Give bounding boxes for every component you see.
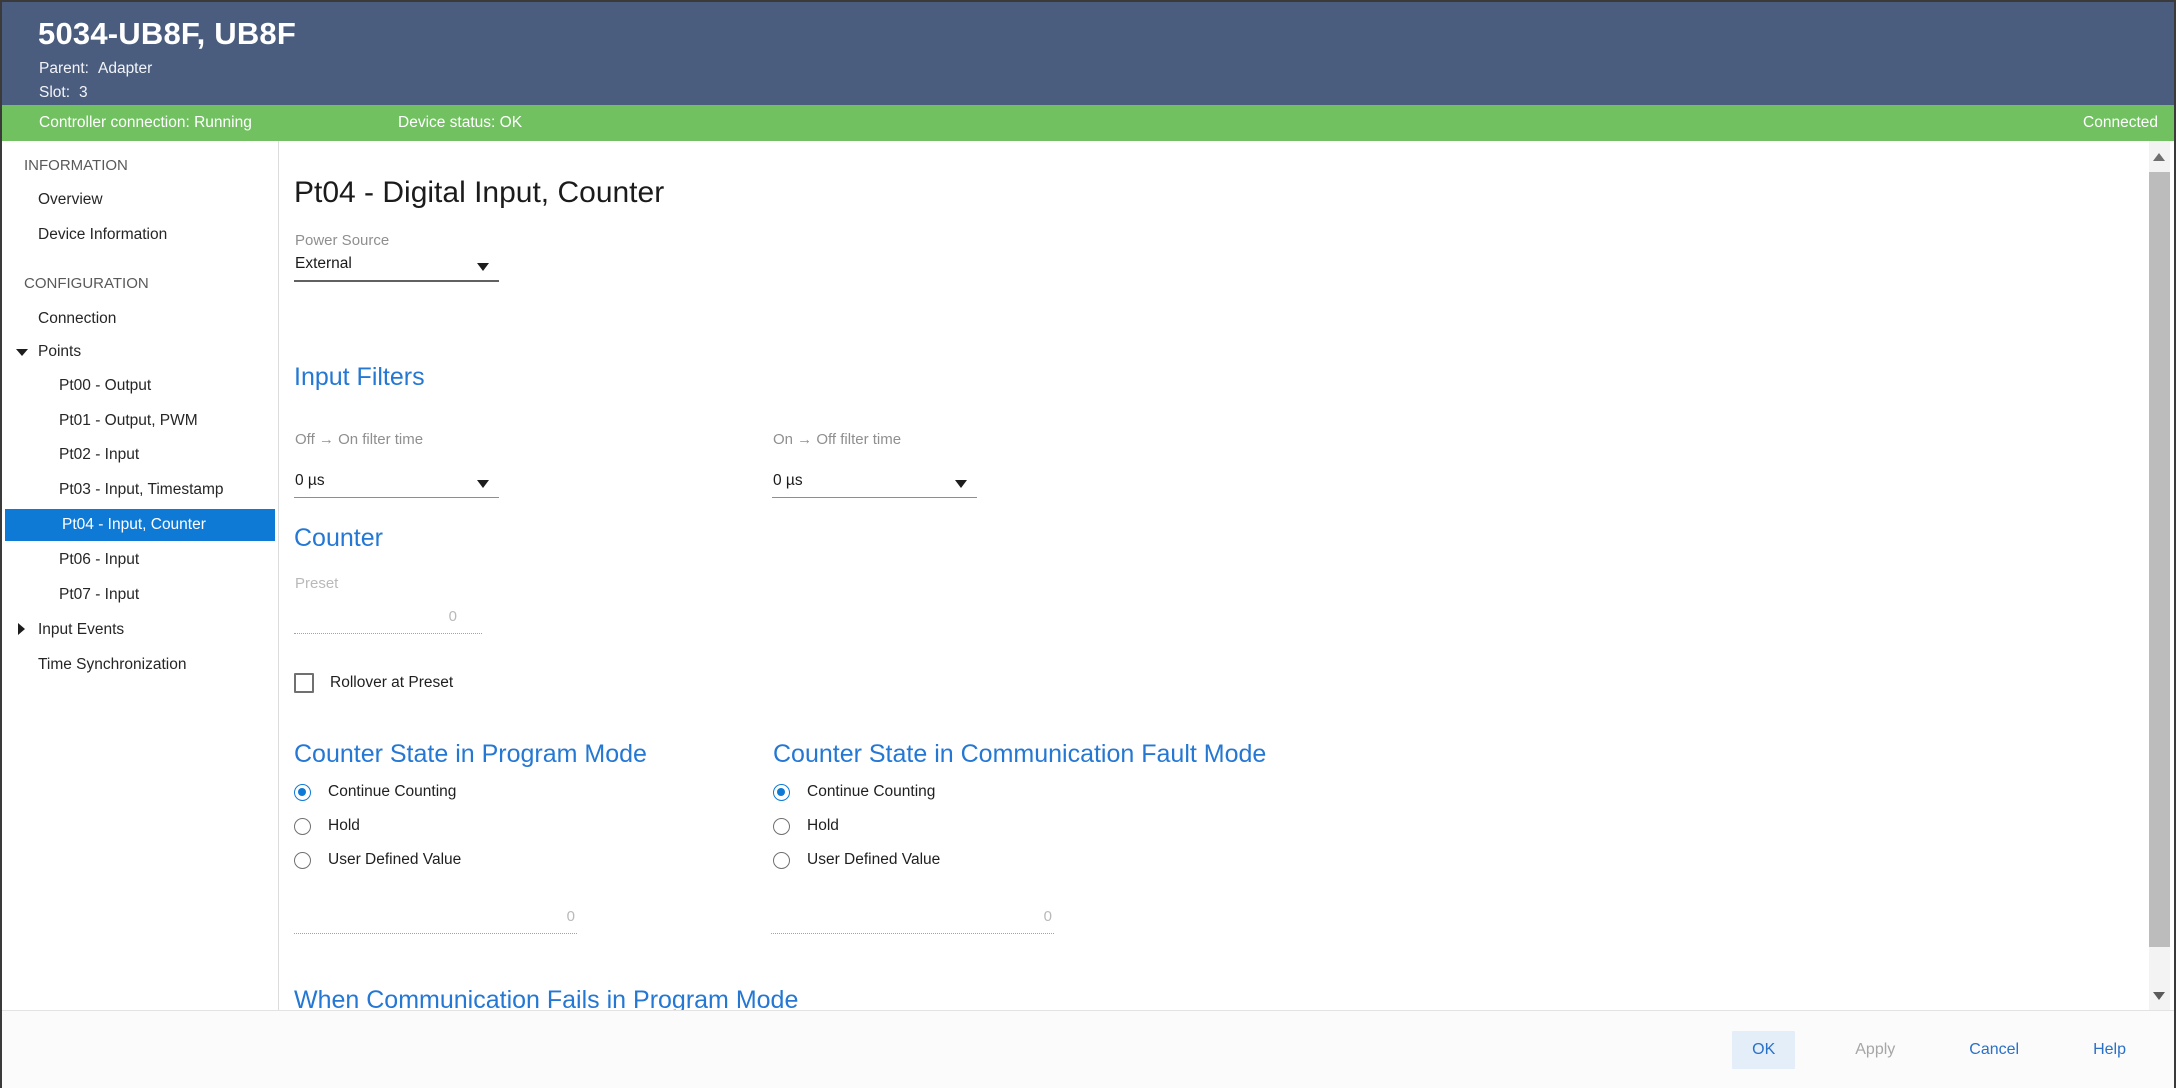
chevron-down-icon	[477, 263, 489, 271]
on-off-filter-dropdown[interactable]: 0 µs	[772, 463, 977, 498]
parent-value: Adapter	[98, 60, 152, 78]
parent-label: Parent:	[39, 60, 89, 78]
sidebar-item-pt03[interactable]: Pt03 - Input, Timestamp	[2, 475, 278, 505]
radio-label: Continue Counting	[807, 783, 935, 801]
on-off-filter-label: On → Off filter time	[773, 431, 901, 448]
off-on-filter-dropdown[interactable]: 0 µs	[294, 463, 499, 498]
radio-selected-icon[interactable]	[773, 784, 790, 801]
radio-unselected-icon[interactable]	[294, 852, 311, 869]
preset-label: Preset	[295, 575, 338, 592]
slot-row: Slot: 3	[39, 84, 88, 102]
sidebar-section-configuration: CONFIGURATION	[2, 269, 278, 299]
sidebar-item-input-events-label: Input Events	[38, 621, 124, 638]
connection-state: Connected	[2083, 114, 2158, 132]
program-mode-heading: Counter State in Program Mode	[294, 740, 647, 769]
status-bar: Controller connection: Running Device st…	[2, 105, 2174, 141]
footer-bar: OK Apply Cancel Help	[2, 1010, 2174, 1088]
sidebar-item-points[interactable]: Points	[2, 337, 278, 367]
help-button[interactable]: Help	[2079, 1031, 2140, 1069]
sidebar-divider	[278, 141, 279, 1010]
program-mode-user-value: 0	[567, 908, 575, 925]
controller-connection-status: Controller connection: Running	[39, 114, 252, 132]
parent-row: Parent: Adapter	[39, 60, 152, 78]
device-status: Device status: OK	[398, 114, 522, 132]
fault-mode-radio-user-defined-value[interactable]: User Defined Value	[773, 849, 940, 871]
counter-heading: Counter	[294, 524, 383, 553]
preset-field[interactable]: 0	[294, 601, 482, 634]
sidebar-section-information: INFORMATION	[2, 151, 278, 181]
radio-unselected-icon[interactable]	[294, 818, 311, 835]
off-on-filter-label: Off → On filter time	[295, 431, 423, 448]
sidebar-item-pt01[interactable]: Pt01 - Output, PWM	[2, 406, 278, 436]
rollover-at-preset-label: Rollover at Preset	[330, 674, 453, 692]
header: 5034-UB8F, UB8F Parent: Adapter Slot: 3	[2, 2, 2174, 105]
radio-label: Continue Counting	[328, 783, 456, 801]
radio-unselected-icon[interactable]	[773, 852, 790, 869]
device-title: 5034-UB8F, UB8F	[38, 16, 296, 52]
on-off-filter-value: 0 µs	[773, 472, 803, 490]
input-filters-heading: Input Filters	[294, 363, 425, 392]
chevron-expanded-icon[interactable]	[16, 349, 28, 356]
radio-label: Hold	[807, 817, 839, 835]
chevron-collapsed-icon[interactable]	[18, 623, 25, 635]
radio-label: User Defined Value	[807, 851, 940, 869]
sidebar-item-time-synchronization[interactable]: Time Synchronization	[2, 650, 278, 680]
radio-selected-icon[interactable]	[294, 784, 311, 801]
program-mode-radio-user-defined-value[interactable]: User Defined Value	[294, 849, 461, 871]
sidebar-item-points-label: Points	[38, 343, 81, 360]
radio-label: Hold	[328, 817, 360, 835]
chevron-down-icon	[955, 480, 967, 488]
footer-buttons: OK Apply Cancel Help	[1732, 1011, 2140, 1089]
sidebar-item-pt02[interactable]: Pt02 - Input	[2, 440, 278, 470]
program-mode-user-value-field[interactable]: 0	[294, 901, 577, 934]
scroll-down-icon[interactable]	[2153, 992, 2165, 1000]
ok-button[interactable]: OK	[1732, 1031, 1795, 1069]
device-config-window: 5034-UB8F, UB8F Parent: Adapter Slot: 3 …	[0, 0, 2176, 1088]
sidebar-item-connection[interactable]: Connection	[2, 304, 278, 334]
slot-label: Slot:	[39, 84, 70, 102]
fault-mode-user-value: 0	[1044, 908, 1052, 925]
slot-value: 3	[79, 84, 88, 102]
scrollbar-thumb[interactable]	[2149, 172, 2170, 947]
sidebar-item-pt04-selected[interactable]: Pt04 - Input, Counter	[5, 509, 275, 541]
apply-button[interactable]: Apply	[1841, 1031, 1909, 1069]
off-on-filter-value: 0 µs	[295, 472, 325, 490]
scroll-up-icon[interactable]	[2153, 153, 2165, 161]
radio-label: User Defined Value	[328, 851, 461, 869]
power-source-dropdown[interactable]: External	[294, 249, 499, 282]
program-mode-radio-hold[interactable]: Hold	[294, 815, 360, 837]
sidebar-item-pt00[interactable]: Pt00 - Output	[2, 371, 278, 401]
sidebar-item-pt07[interactable]: Pt07 - Input	[2, 580, 278, 610]
sidebar-item-pt06[interactable]: Pt06 - Input	[2, 545, 278, 575]
fault-mode-radio-continue-counting[interactable]: Continue Counting	[773, 781, 935, 803]
chevron-down-icon	[477, 480, 489, 488]
vertical-scrollbar[interactable]	[2149, 141, 2170, 1010]
rollover-at-preset-checkbox[interactable]: Rollover at Preset	[294, 670, 453, 696]
page-title: Pt04 - Digital Input, Counter	[294, 176, 664, 210]
radio-unselected-icon[interactable]	[773, 818, 790, 835]
power-source-label: Power Source	[295, 232, 389, 249]
sidebar-item-overview[interactable]: Overview	[2, 185, 278, 215]
program-mode-radio-continue-counting[interactable]: Continue Counting	[294, 781, 456, 803]
preset-value: 0	[449, 608, 457, 625]
fault-mode-heading: Counter State in Communication Fault Mod…	[773, 740, 1266, 769]
fault-mode-user-value-field[interactable]: 0	[771, 901, 1054, 934]
sidebar-item-device-information[interactable]: Device Information	[2, 220, 278, 250]
power-source-value: External	[295, 255, 352, 273]
fault-mode-radio-hold[interactable]: Hold	[773, 815, 839, 837]
cancel-button[interactable]: Cancel	[1955, 1031, 2033, 1069]
checkbox-unchecked-icon[interactable]	[294, 673, 314, 693]
sidebar-item-input-events[interactable]: Input Events	[2, 615, 278, 645]
